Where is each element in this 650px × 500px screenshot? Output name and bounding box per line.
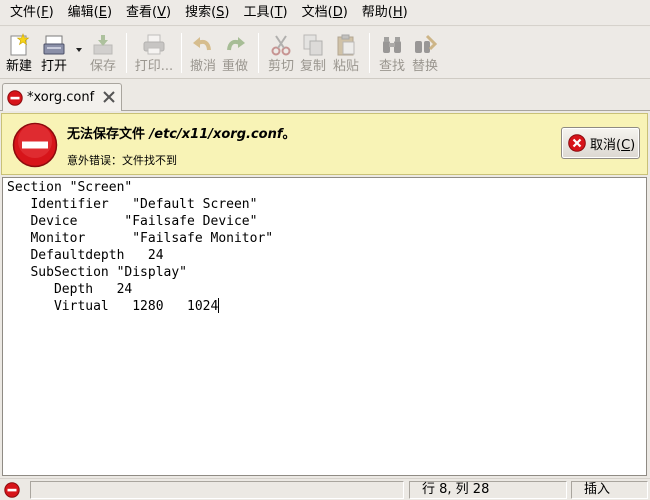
redo-button[interactable]: 重做 <box>218 27 252 79</box>
tab-xorg-conf[interactable]: *xorg.conf <box>2 83 122 111</box>
cut-button[interactable]: 剪切 <box>265 27 297 79</box>
statusbar: 行 8, 列 28 插入 <box>0 478 650 500</box>
save-icon <box>93 35 113 55</box>
toolbar: 新建 打开 保存 打印... 撤消 重做 剪切 复制 粘贴 查找 替换 <box>0 27 650 79</box>
editor-line: Virtual 1280 1024 <box>7 299 219 314</box>
clipboard-icon <box>337 34 355 56</box>
text-editor[interactable]: Section "Screen" Identifier "Default Scr… <box>2 177 647 476</box>
error-icon <box>4 482 20 498</box>
new-document-icon <box>10 33 30 56</box>
save-button[interactable]: 保存 <box>86 27 120 79</box>
error-icon <box>7 89 23 106</box>
cursor-position: 行 8, 列 28 <box>409 481 567 499</box>
copy-icon <box>303 34 323 56</box>
editor-content: Section "Screen" Identifier "Default Scr… <box>7 179 273 315</box>
menu-search[interactable]: 搜索(S) <box>178 0 236 26</box>
dropdown-arrow-icon <box>76 48 82 52</box>
editor-line: Device "Failsafe Device" <box>7 214 258 229</box>
close-icon[interactable] <box>102 90 116 104</box>
undo-icon <box>193 37 211 51</box>
menu-edit[interactable]: 编辑(E) <box>61 0 119 26</box>
paste-button[interactable]: 粘贴 <box>329 27 363 79</box>
toolbar-separator <box>181 33 182 73</box>
editor-line: SubSection "Display" <box>7 265 188 280</box>
text-cursor <box>218 298 220 313</box>
menu-documents[interactable]: 文档(D) <box>295 0 355 26</box>
menu-view[interactable]: 查看(V) <box>119 0 178 26</box>
editor-line: Section "Screen" <box>7 180 133 195</box>
error-infobar: 无法保存文件 /etc/x11/xorg.conf。 意外错误：文件找不到 取消… <box>1 113 648 175</box>
menubar: 文件(F) 编辑(E) 查看(V) 搜索(S) 工具(T) 文档(D) 帮助(H… <box>0 0 650 26</box>
find-button[interactable]: 查找 <box>376 27 408 79</box>
toolbar-separator <box>126 33 127 73</box>
menu-file[interactable]: 文件(F) <box>3 0 61 26</box>
scissors-icon <box>271 35 291 56</box>
editor-line: Identifier "Default Screen" <box>7 197 258 212</box>
undo-button[interactable]: 撤消 <box>188 27 218 79</box>
redo-icon <box>227 37 245 51</box>
document-tabbar: *xorg.conf <box>0 80 650 111</box>
print-button[interactable]: 打印... <box>133 27 175 79</box>
open-dropdown-button[interactable] <box>72 27 86 79</box>
open-folder-icon <box>43 35 65 55</box>
printer-icon <box>143 34 165 55</box>
cancel-button[interactable]: 取消(C) <box>561 127 640 159</box>
menu-tools[interactable]: 工具(T) <box>237 0 295 26</box>
error-icon <box>12 122 58 168</box>
editor-line: Monitor "Failsafe Monitor" <box>7 231 274 246</box>
replace-button[interactable]: 替换 <box>408 27 442 79</box>
toolbar-separator <box>258 33 259 73</box>
editor-line: Depth 24 <box>7 282 133 297</box>
error-message-detail: 意外错误：文件找不到 <box>67 154 177 167</box>
find-replace-icon <box>415 34 437 53</box>
open-button[interactable]: 打开 <box>36 27 72 79</box>
new-button[interactable]: 新建 <box>2 27 36 79</box>
error-message-title: 无法保存文件 /etc/x11/xorg.conf。 <box>67 127 296 142</box>
copy-button[interactable]: 复制 <box>297 27 329 79</box>
insert-mode[interactable]: 插入 <box>571 481 648 499</box>
cancel-icon <box>568 134 586 152</box>
toolbar-separator <box>369 33 370 73</box>
binoculars-icon <box>383 37 401 53</box>
status-message <box>30 481 404 499</box>
editor-line: Defaultdepth 24 <box>7 248 164 263</box>
menu-help[interactable]: 帮助(H) <box>355 0 415 26</box>
